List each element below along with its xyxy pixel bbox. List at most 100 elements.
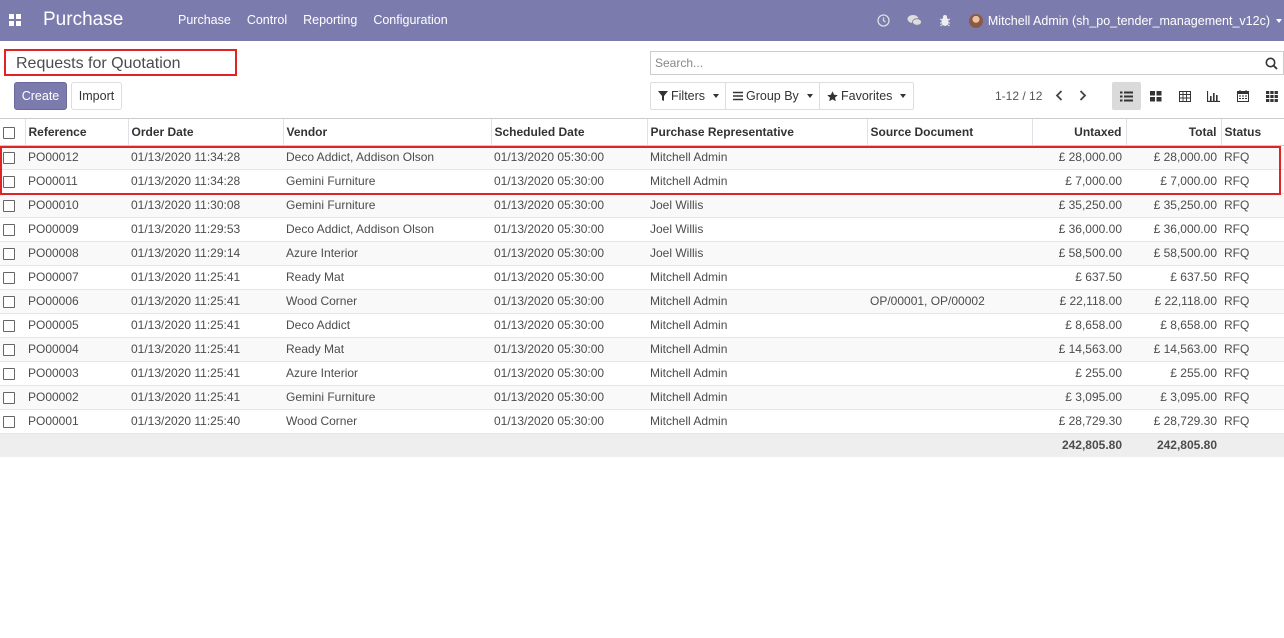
row-vendor: Wood Corner <box>283 409 491 434</box>
create-button[interactable]: Create <box>14 82 67 110</box>
column-header-purchase-representative[interactable]: Purchase Representative <box>646 119 867 146</box>
row-vendor: Azure Interior <box>283 361 491 386</box>
control-panel: Requests for Quotation Create Import Fil… <box>0 41 1284 119</box>
column-header-source-document[interactable]: Source Document <box>866 119 1032 146</box>
row-reference: PO00009 <box>25 217 128 242</box>
groupby-dropdown[interactable]: Group By <box>725 82 821 110</box>
row-order-date: 01/13/2020 11:25:40 <box>128 409 283 434</box>
column-header-untaxed[interactable]: Untaxed <box>1031 119 1126 146</box>
apps-menu-icon[interactable] <box>9 14 21 26</box>
table-row[interactable]: PO00003 01/13/2020 11:25:41 Azure Interior… <box>0 361 1284 386</box>
row-scheduled-date: 01/13/2020 05:30:00 <box>491 409 647 434</box>
row-source-document <box>867 409 1032 434</box>
favorites-dropdown[interactable]: Favorites <box>819 82 915 110</box>
rfq-table: Reference Order Date Vendor Scheduled Da… <box>0 119 1284 457</box>
row-checkbox[interactable] <box>3 319 15 332</box>
filters-dropdown[interactable]: Filters <box>650 82 728 110</box>
import-button[interactable]: Import <box>71 82 122 110</box>
activity-clock-icon[interactable] <box>868 0 899 41</box>
row-checkbox[interactable] <box>3 343 15 356</box>
debug-bug-icon[interactable] <box>930 0 961 41</box>
row-checkbox[interactable] <box>3 367 15 380</box>
row-total: £ 14,563.00 <box>1126 337 1221 362</box>
row-source-document <box>867 145 1032 170</box>
row-scheduled-date: 01/13/2020 05:30:00 <box>491 361 647 386</box>
pager-previous-icon[interactable] <box>1052 87 1066 103</box>
pivot-view-icon[interactable] <box>1170 82 1199 110</box>
menu-item-purchase[interactable]: Purchase <box>170 0 239 41</box>
row-checkbox[interactable] <box>3 391 15 404</box>
table-row[interactable]: PO00008 01/13/2020 11:29:14 Azure Interior… <box>0 241 1284 266</box>
row-order-date: 01/13/2020 11:25:41 <box>128 265 283 290</box>
table-row[interactable]: PO00006 01/13/2020 11:25:41 Wood Corner 01/… <box>0 289 1284 314</box>
activity-view-icon[interactable] <box>1257 82 1284 110</box>
column-header-reference[interactable]: Reference <box>24 119 128 146</box>
table-row[interactable]: PO00012 01/13/2020 11:34:28 Deco Addict, A… <box>0 145 1284 170</box>
menu-item-reporting[interactable]: Reporting <box>295 0 365 41</box>
star-icon <box>827 90 838 102</box>
table-row[interactable]: PO00009 01/13/2020 11:29:53 Deco Addict, A… <box>0 217 1284 242</box>
messaging-chat-icon[interactable] <box>899 0 930 41</box>
row-checkbox-cell <box>0 241 25 266</box>
row-checkbox[interactable] <box>3 415 15 428</box>
pager-value[interactable]: 1-12 / 12 <box>995 89 1042 103</box>
row-total: £ 7,000.00 <box>1126 169 1221 194</box>
user-name: Mitchell Admin (sh_po_tender_management_… <box>987 13 1270 28</box>
list-view-icon[interactable] <box>1112 82 1141 110</box>
row-reference: PO00004 <box>25 337 128 362</box>
menu-item-control[interactable]: Control <box>239 0 295 41</box>
row-status: RFQ <box>1221 265 1284 290</box>
row-order-date: 01/13/2020 11:25:41 <box>128 337 283 362</box>
row-status: RFQ <box>1221 289 1284 314</box>
table-row[interactable]: PO00011 01/13/2020 11:34:28 Gemini Furnitu… <box>0 169 1284 194</box>
user-menu[interactable]: Mitchell Admin (sh_po_tender_management_… <box>961 13 1284 28</box>
menu-item-configuration[interactable]: Configuration <box>365 0 455 41</box>
row-order-date: 01/13/2020 11:34:28 <box>128 169 283 194</box>
row-checkbox[interactable] <box>3 295 15 308</box>
row-total: £ 637.50 <box>1126 265 1221 290</box>
row-checkbox[interactable] <box>3 247 15 260</box>
row-untaxed: £ 7,000.00 <box>1032 169 1126 194</box>
select-all-checkbox[interactable] <box>3 126 15 139</box>
row-checkbox[interactable] <box>3 199 15 212</box>
table-row[interactable]: PO00007 01/13/2020 11:25:41 Ready Mat 01/13… <box>0 265 1284 290</box>
row-reference: PO00001 <box>25 409 128 434</box>
row-vendor: Gemini Furniture <box>283 385 491 410</box>
row-purchase-representative: Mitchell Admin <box>647 361 867 386</box>
row-reference: PO00012 <box>25 145 128 170</box>
footer-untaxed-sum: 242,805.80 <box>1032 433 1126 457</box>
row-order-date: 01/13/2020 11:25:41 <box>128 289 283 314</box>
row-checkbox[interactable] <box>3 223 15 236</box>
row-source-document <box>867 337 1032 362</box>
table-row[interactable]: PO00005 01/13/2020 11:25:41 Deco Addict 01/… <box>0 313 1284 338</box>
search-bar <box>650 51 1284 75</box>
column-header-status[interactable]: Status <box>1220 119 1284 146</box>
row-total: £ 22,118.00 <box>1126 289 1221 314</box>
row-vendor: Deco Addict <box>283 313 491 338</box>
row-checkbox[interactable] <box>3 175 15 188</box>
row-checkbox[interactable] <box>3 151 15 164</box>
row-checkbox[interactable] <box>3 271 15 284</box>
search-icon[interactable] <box>1265 57 1278 70</box>
row-scheduled-date: 01/13/2020 05:30:00 <box>491 169 647 194</box>
row-reference: PO00002 <box>25 385 128 410</box>
table-row[interactable]: PO00002 01/13/2020 11:25:41 Gemini Furnitu… <box>0 385 1284 410</box>
row-untaxed: £ 637.50 <box>1032 265 1126 290</box>
graph-view-icon[interactable] <box>1199 82 1228 110</box>
row-source-document <box>867 313 1032 338</box>
column-header-vendor[interactable]: Vendor <box>282 119 491 146</box>
table-row[interactable]: PO00010 01/13/2020 11:30:08 Gemini Furnitu… <box>0 193 1284 218</box>
column-header-total[interactable]: Total <box>1125 119 1221 146</box>
filters-label: Filters <box>671 89 706 103</box>
table-row[interactable]: PO00001 01/13/2020 11:25:40 Wood Corner 01/… <box>0 409 1284 434</box>
column-header-order-date[interactable]: Order Date <box>127 119 283 146</box>
row-status: RFQ <box>1221 193 1284 218</box>
row-checkbox-cell <box>0 337 25 362</box>
table-row[interactable]: PO00004 01/13/2020 11:25:41 Ready Mat 01/13… <box>0 337 1284 362</box>
search-input[interactable] <box>655 54 1245 72</box>
kanban-view-icon[interactable] <box>1141 82 1170 110</box>
pager-next-icon[interactable] <box>1076 87 1090 103</box>
column-header-scheduled-date[interactable]: Scheduled Date <box>490 119 647 146</box>
calendar-view-icon[interactable] <box>1228 82 1257 110</box>
row-reference: PO00010 <box>25 193 128 218</box>
